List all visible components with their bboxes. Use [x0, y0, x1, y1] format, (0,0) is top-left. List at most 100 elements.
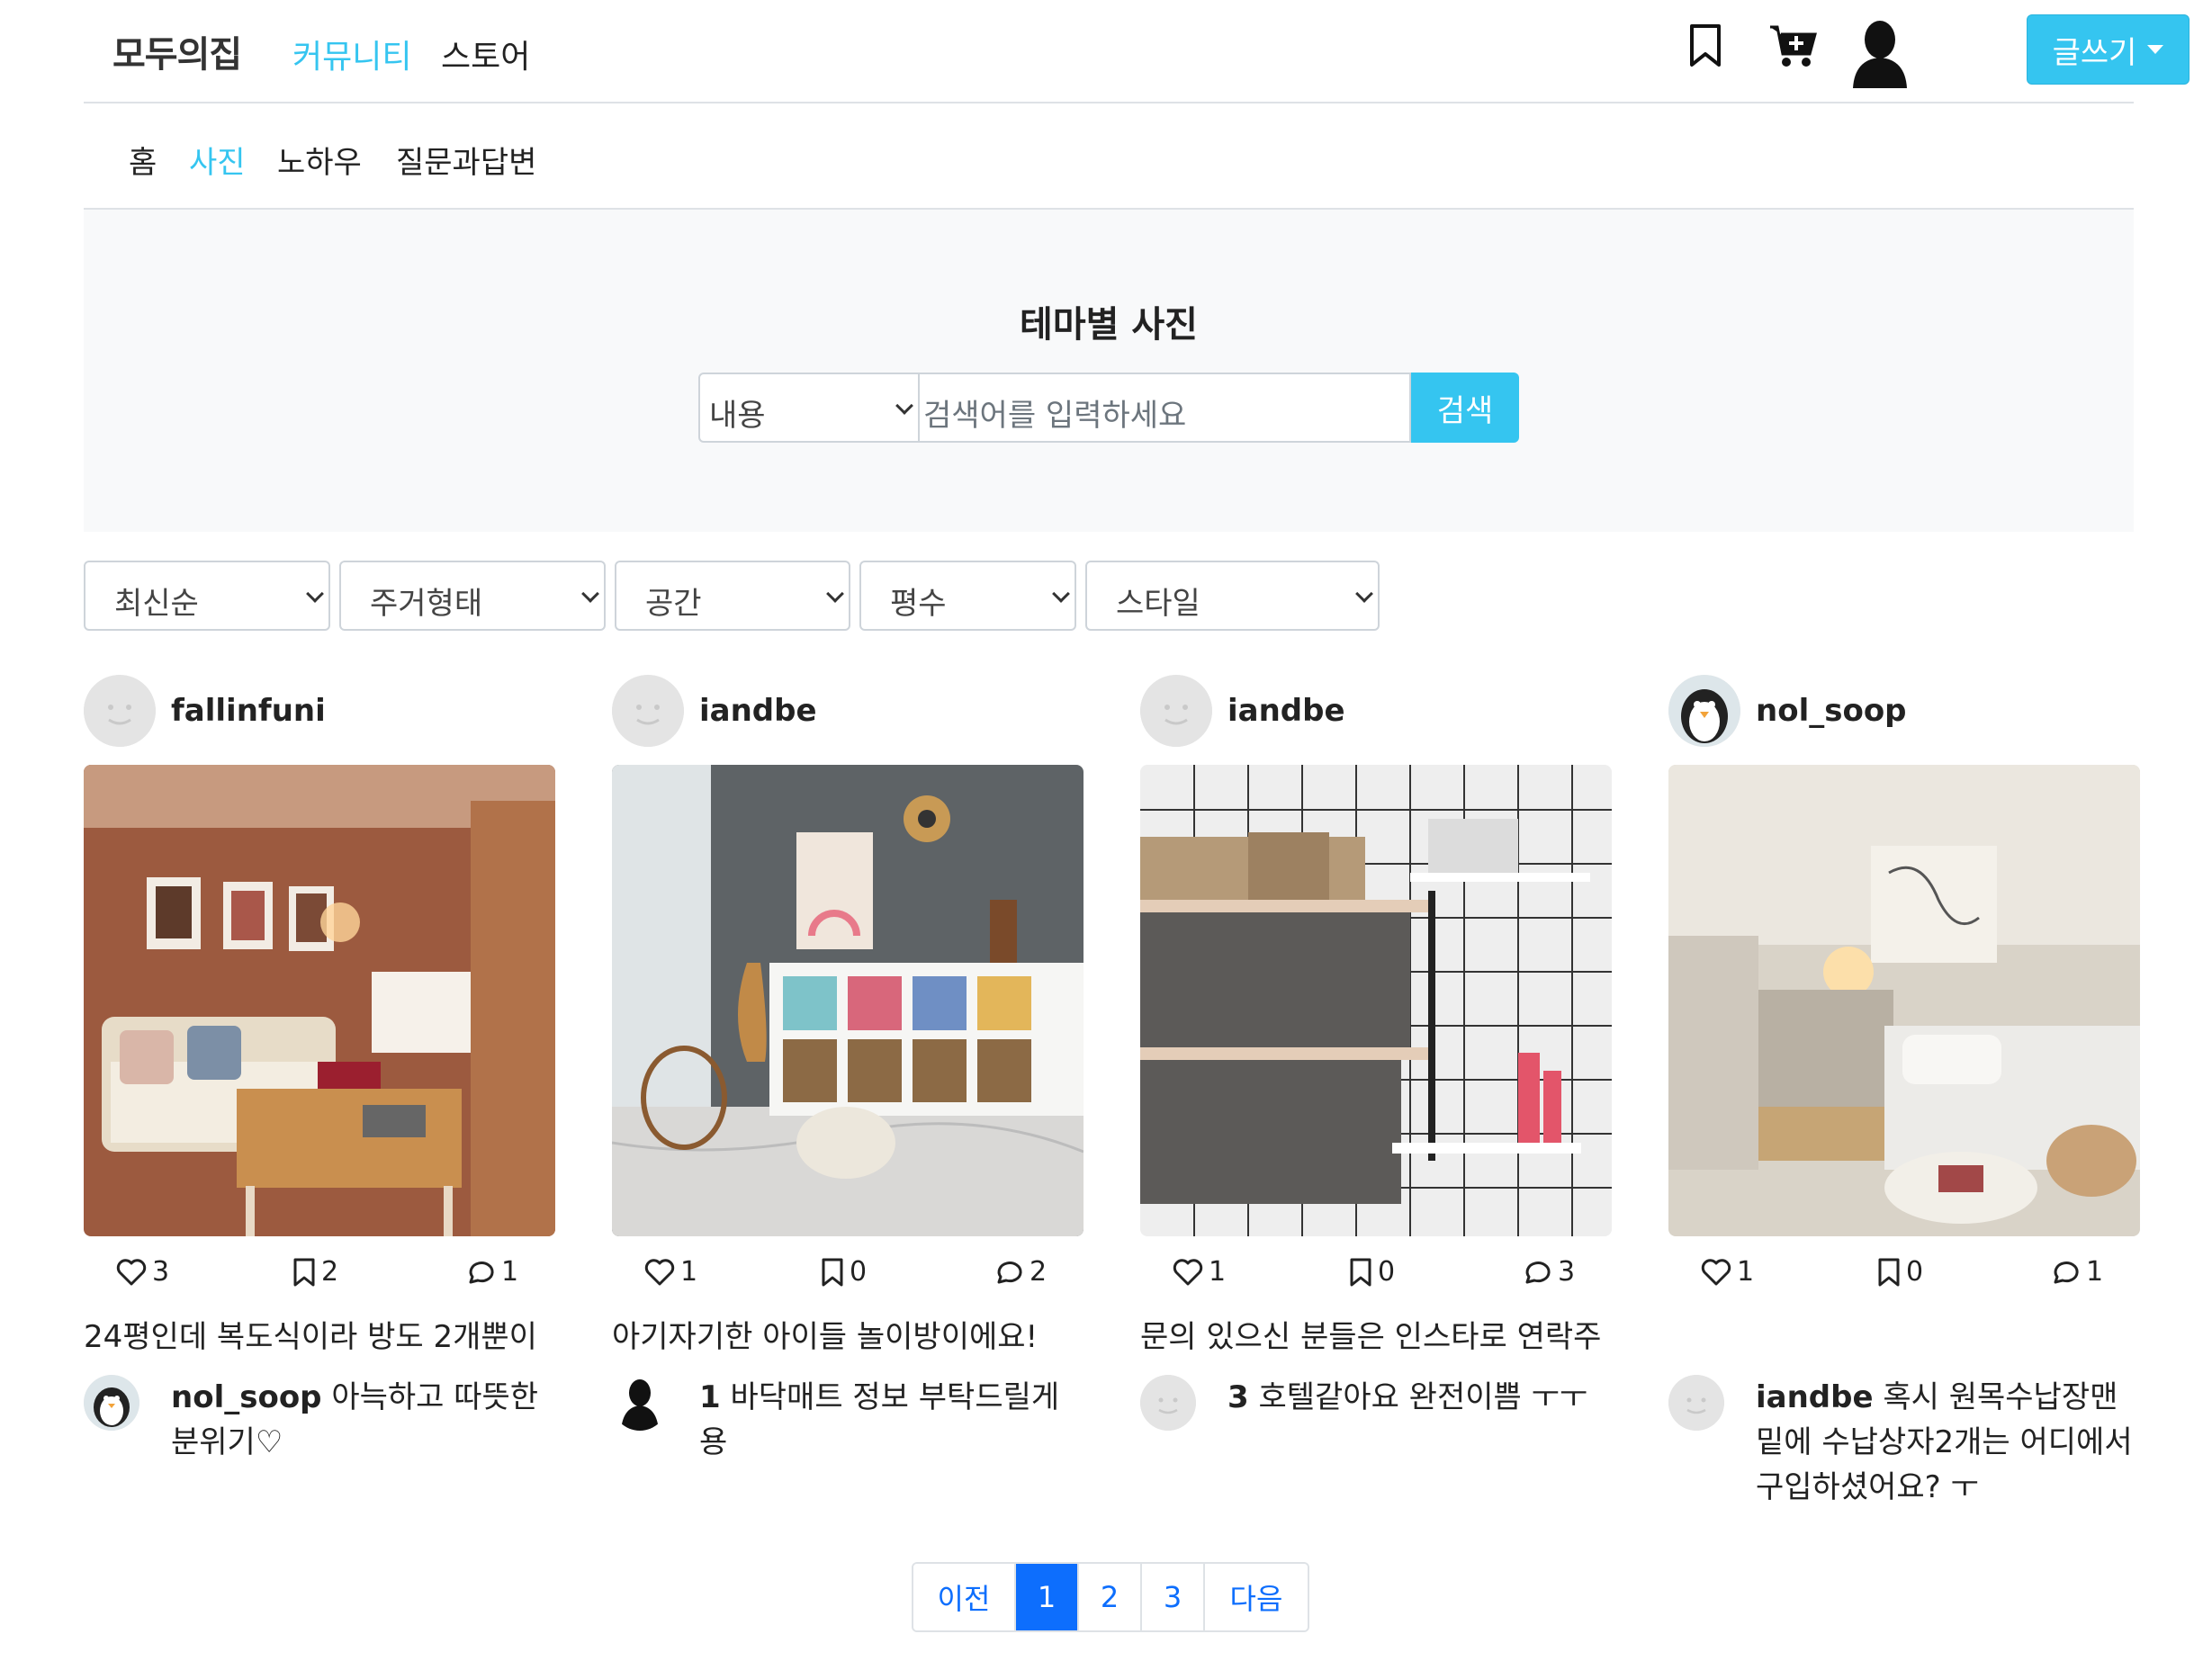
- subnav-photos[interactable]: 사진: [189, 138, 246, 182]
- bathroom-photo: [1140, 765, 1612, 1236]
- filter-space-value: 공간: [645, 586, 702, 622]
- penguin-icon: [84, 1375, 139, 1431]
- page-prev[interactable]: 이전: [913, 1564, 1016, 1630]
- bookmark-count[interactable]: 0: [821, 1256, 867, 1288]
- comment-count[interactable]: 1: [465, 1256, 518, 1288]
- search-type-value: 내용: [709, 398, 766, 434]
- card-author[interactable]: fallinfuni: [84, 673, 555, 749]
- post-photo[interactable]: [84, 765, 555, 1236]
- page-1[interactable]: 1: [1016, 1564, 1079, 1630]
- like-count[interactable]: 1: [1701, 1256, 1754, 1288]
- post-photo[interactable]: [1668, 765, 2140, 1236]
- filter-size[interactable]: 평수: [859, 561, 1076, 631]
- comment-avatar: [1668, 1375, 1724, 1431]
- search-type-select[interactable]: 내용: [698, 373, 920, 443]
- page-3[interactable]: 3: [1142, 1564, 1205, 1630]
- comment-author[interactable]: 1: [699, 1379, 721, 1415]
- bookmark-count[interactable]: 2: [292, 1256, 338, 1288]
- post-stats: 3 2 1: [84, 1251, 555, 1296]
- post-caption[interactable]: 24평인데 복도식이라 방도 2개뿐이: [84, 1312, 555, 1356]
- user-icon[interactable]: [1848, 16, 1912, 88]
- post-stats: 1 0 3: [1140, 1251, 1612, 1296]
- like-count[interactable]: 3: [116, 1256, 169, 1288]
- section-title: 테마별 사진: [1020, 304, 1198, 346]
- bookmark-count-value: 0: [1906, 1256, 1924, 1288]
- nav-store[interactable]: 스토어: [441, 31, 530, 77]
- author-name: iandbe: [1227, 693, 1345, 729]
- post-caption[interactable]: 문의 있으신 분들은 인스타로 연락주: [1140, 1312, 1612, 1356]
- avatar: [1140, 675, 1212, 747]
- comment-text: nol_soop 아늑하고 따뜻한 분위기♡: [171, 1375, 549, 1465]
- card-author[interactable]: nol_soop: [1668, 673, 2140, 749]
- card-author[interactable]: iandbe: [612, 673, 1084, 749]
- page-next[interactable]: 다음: [1205, 1564, 1308, 1630]
- post-photo[interactable]: [612, 765, 1084, 1236]
- write-button[interactable]: 글쓰기: [2027, 14, 2190, 85]
- bookmark-count-value: 2: [321, 1256, 339, 1288]
- chat-bubble-icon: [997, 1261, 1022, 1283]
- bookmark-count-value: 0: [850, 1256, 868, 1288]
- bookmark-count[interactable]: 0: [1877, 1256, 1923, 1288]
- post-stats: 1 0 1: [1668, 1251, 2140, 1296]
- card-author[interactable]: iandbe: [1140, 673, 1612, 749]
- search-input[interactable]: 검색어를 입력하세요: [920, 373, 1411, 443]
- post-photo[interactable]: [1140, 765, 1612, 1236]
- default-face-icon: [612, 675, 684, 747]
- heart-icon: [1701, 1258, 1731, 1285]
- bookmark-icon[interactable]: [1687, 23, 1723, 68]
- author-name: nol_soop: [1756, 693, 1907, 729]
- comment-count[interactable]: 2: [994, 1256, 1047, 1288]
- chevron-down-icon: [306, 585, 324, 603]
- comment-text: 1 바닥매트 정보 부탁드릴게용: [699, 1375, 1077, 1465]
- sub-navbar: 홈 사진 노하우 질문과답변: [84, 103, 2134, 210]
- chat-bubble-icon: [469, 1261, 494, 1283]
- comment-author[interactable]: 3: [1227, 1379, 1249, 1415]
- cart-icon[interactable]: [1768, 23, 1819, 68]
- top-navbar: 모두의집 커뮤니티 스토어 글쓰기: [84, 0, 2190, 103]
- logo[interactable]: 모두의집: [112, 25, 242, 77]
- comment-avatar: [1140, 1375, 1196, 1431]
- like-count[interactable]: 1: [1173, 1256, 1226, 1288]
- default-face-icon: [84, 675, 156, 747]
- subnav-howto[interactable]: 노하우: [277, 138, 362, 182]
- filter-housing-value: 주거형태: [370, 586, 483, 622]
- like-count-value: 1: [680, 1256, 698, 1288]
- chat-bubble-icon: [1525, 1261, 1551, 1283]
- subnav-home[interactable]: 홈: [129, 138, 157, 182]
- comment-avatar: [84, 1375, 139, 1431]
- comment-author[interactable]: nol_soop: [171, 1379, 322, 1415]
- comment-count-value: 3: [1558, 1256, 1576, 1288]
- subnav-qna[interactable]: 질문과답변: [396, 138, 536, 182]
- author-name: fallinfuni: [171, 693, 326, 729]
- filter-sort[interactable]: 최신순: [84, 561, 330, 631]
- author-name: iandbe: [699, 693, 817, 729]
- comment-author[interactable]: iandbe: [1756, 1379, 1874, 1415]
- avatar: [612, 675, 684, 747]
- post-stats: 1 0 2: [612, 1251, 1084, 1296]
- comment-count[interactable]: 3: [1522, 1256, 1575, 1288]
- person-silhouette-icon: [621, 1379, 659, 1431]
- filter-space[interactable]: 공간: [615, 561, 850, 631]
- search-section: 테마별 사진 내용 검색어를 입력하세요 검색: [84, 210, 2134, 532]
- write-button-label: 글쓰기: [2052, 34, 2137, 71]
- post-caption[interactable]: 아기자기한 아이들 놀이방이에요!: [612, 1312, 1084, 1356]
- bookmark-count-value: 0: [1378, 1256, 1396, 1288]
- filter-style[interactable]: 스타일: [1085, 561, 1380, 631]
- penguin-icon: [1668, 675, 1740, 747]
- avatar: [84, 675, 156, 747]
- comment-text: iandbe 혹시 원목수납장맨밑에 수납상자2개는 어디에서 구입하셨어요? …: [1756, 1375, 2134, 1510]
- nav-community[interactable]: 커뮤니티: [292, 31, 411, 77]
- bookmark-icon: [1878, 1258, 1900, 1286]
- comment-count[interactable]: 1: [2050, 1256, 2103, 1288]
- page-2[interactable]: 2: [1079, 1564, 1142, 1630]
- search-placeholder: 검색어를 입력하세요: [923, 398, 1187, 434]
- default-face-icon: [1668, 1375, 1724, 1431]
- pagination: 이전 1 2 3 다음: [912, 1562, 1309, 1632]
- search-button[interactable]: 검색: [1411, 373, 1519, 443]
- filter-housing[interactable]: 주거형태: [339, 561, 606, 631]
- default-face-icon: [1140, 1375, 1196, 1431]
- like-count[interactable]: 1: [644, 1256, 697, 1288]
- bookmark-count[interactable]: 0: [1349, 1256, 1395, 1288]
- comment-count-value: 1: [2086, 1256, 2104, 1288]
- filter-sort-value: 최신순: [114, 586, 199, 622]
